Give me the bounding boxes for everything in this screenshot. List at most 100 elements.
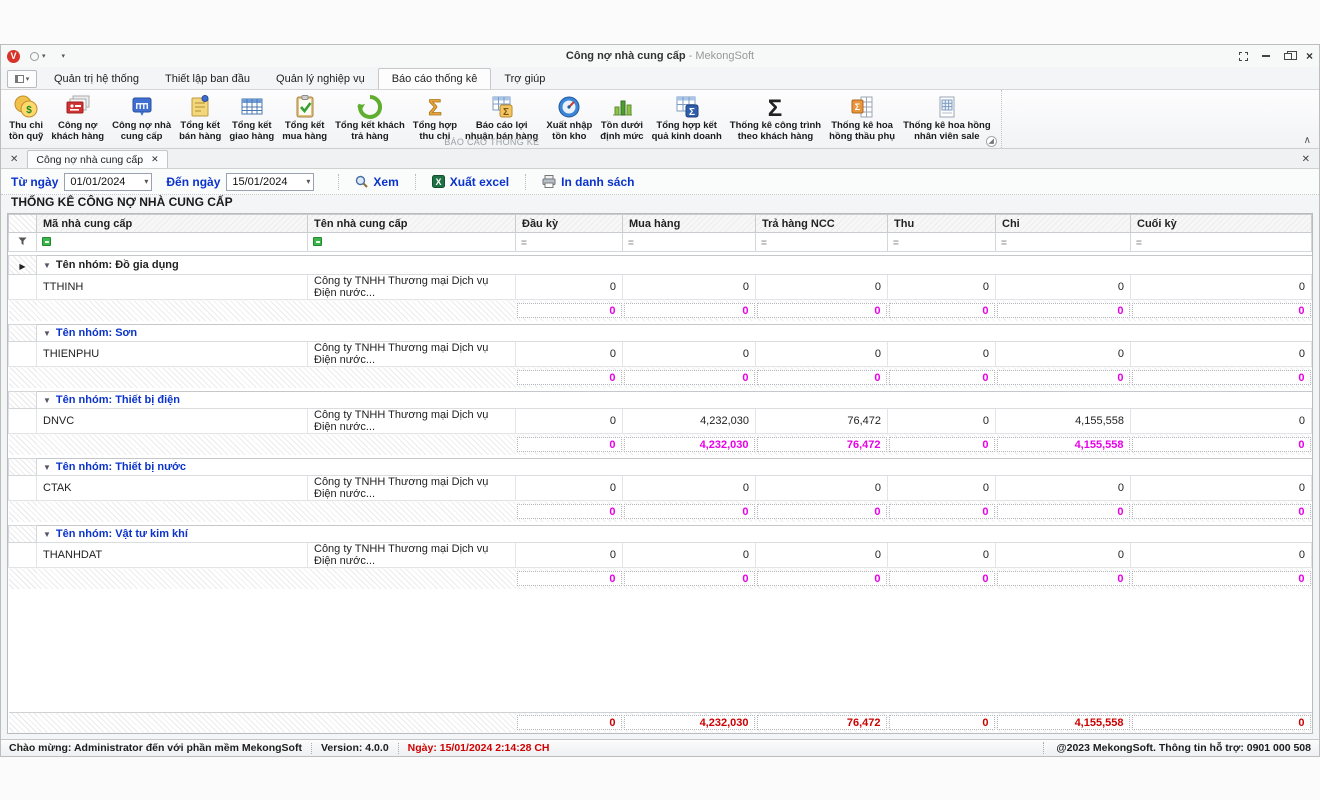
excel-icon: X — [432, 175, 445, 188]
ribbon-item-xuat-nhap-ton-kho[interactable]: Xuất nhập tồn kho — [542, 92, 596, 143]
column-header-ma-ncc[interactable]: Mã nhà cung cấp — [37, 215, 308, 233]
cell-cuoi-ky[interactable]: 0 — [1131, 275, 1312, 300]
cell-tra-hang[interactable]: 0 — [756, 275, 888, 300]
cell-supplier[interactable]: Công ty TNHH Thương mại Dịch vụ Điện nướ… — [308, 409, 516, 434]
column-header-cuoi-ky[interactable]: Cuối kỳ — [1131, 215, 1312, 233]
tab-tro-giup[interactable]: Trợ giúp — [491, 70, 558, 89]
restore-icon[interactable] — [1284, 53, 1292, 60]
summary-value: 0 — [624, 303, 755, 318]
close-icon[interactable]: × — [1306, 51, 1313, 61]
print-list-button[interactable]: In danh sách — [536, 173, 640, 191]
ribbon-item-thu-chi-ton-quy[interactable]: $ Thu chi tồn quỹ — [5, 92, 47, 143]
cell-code[interactable]: TTHINH — [37, 275, 308, 300]
close-pane-icon[interactable]: ✕ — [1293, 154, 1319, 168]
ribbon-item-tong-hop-thu-chi[interactable]: Σ Tổng hợp thu chi — [409, 92, 461, 143]
ribbon-item-ton-duoi-dinh-muc[interactable]: Tồn dưới định mức — [596, 92, 647, 143]
cell-chi[interactable]: 0 — [996, 275, 1131, 300]
ribbon-item-cong-no-nha-cung-cap[interactable]: Công nợ nhà cung cấp — [108, 92, 175, 143]
dialog-launcher-icon[interactable]: ◢ — [986, 136, 997, 147]
collapse-arrow-icon[interactable]: ▼ — [43, 463, 51, 472]
dropdown-arrow-icon[interactable]: ▾ — [144, 177, 148, 186]
filter-cell-ma-ncc[interactable] — [37, 233, 308, 252]
returns-refresh-icon — [356, 93, 384, 121]
table-row[interactable]: THIENPHU Công ty TNHH Thương mại Dịch vụ… — [9, 342, 1312, 367]
filter-cell-thu[interactable]: = — [888, 233, 996, 252]
column-header-chi[interactable]: Chi — [996, 215, 1131, 233]
column-header-ten-ncc[interactable]: Tên nhà cung cấp — [308, 215, 516, 233]
filter-cell-tra-hang[interactable]: = — [756, 233, 888, 252]
ribbon-item-bao-cao-loi-nhuan[interactable]: Σ Báo cáo lợi nhuận bán hàng — [461, 92, 542, 143]
tab-bao-cao-thong-ke[interactable]: Báo cáo thống kê — [378, 68, 492, 89]
ribbon-item-thong-ke-cong-trinh[interactable]: Σ Thống kê công trình theo khách hàng — [726, 92, 825, 143]
cell-code[interactable]: DNVC — [37, 409, 308, 434]
ribbon-collapse-icon[interactable]: ∧ — [1304, 135, 1311, 146]
cell-supplier[interactable]: Công ty TNHH Thương mại Dịch vụ Điện nướ… — [308, 342, 516, 367]
filter-cell-dau-ky[interactable]: = — [516, 233, 623, 252]
commission-grid-icon — [933, 93, 961, 121]
group-header-row[interactable]: ▼ Tên nhóm: Thiết bị điện — [9, 392, 1312, 409]
tab-thiet-lap-ban-dau[interactable]: Thiết lập ban đầu — [152, 70, 263, 89]
export-excel-button[interactable]: X Xuất excel — [426, 173, 515, 191]
filter-cell-ten-ncc[interactable] — [308, 233, 516, 252]
filter-cell-chi[interactable]: = — [996, 233, 1131, 252]
table-row[interactable]: DNVC Công ty TNHH Thương mại Dịch vụ Điệ… — [9, 409, 1312, 434]
tab-quan-ly-nghiep-vu[interactable]: Quản lý nghiệp vụ — [263, 70, 378, 89]
ribbon-item-cong-no-khach-hang[interactable]: Công nợ khách hàng — [47, 92, 108, 143]
column-header-tra-hang-ncc[interactable]: Trả hàng NCC — [756, 215, 888, 233]
filter-cell-mua-hang[interactable]: = — [623, 233, 756, 252]
cell-supplier[interactable]: Công ty TNHH Thương mại Dịch vụ Điện nướ… — [308, 543, 516, 568]
search-icon — [355, 175, 368, 188]
group-header-row[interactable]: ▶ ▼Tên nhóm: Đồ gia dụng — [9, 256, 1312, 275]
cell-mua-hang[interactable]: 0 — [623, 275, 756, 300]
ribbon-item-tong-ket-ban-hang[interactable]: Tổng kết bán hàng — [175, 92, 225, 143]
close-all-tabs-icon[interactable]: ✕ — [1, 154, 27, 168]
cell-supplier[interactable]: Công ty TNHH Thương mại Dịch vụ Điện nướ… — [308, 476, 516, 501]
ribbon-item-hoa-hong-thau-phu[interactable]: Σ Thống kê hoa hồng thầu phụ — [825, 92, 899, 143]
app-menu-button[interactable]: ▾ — [7, 70, 37, 88]
ribbon-item-tong-ket-mua-hang[interactable]: Tổng kết mua hàng — [278, 92, 331, 143]
column-header-dau-ky[interactable]: Đầu kỳ — [516, 215, 623, 233]
group-name: Tên nhóm: Thiết bị điện — [56, 394, 180, 406]
to-date-input[interactable]: 15/01/2024 ▾ — [226, 173, 314, 191]
document-tab-bar: ✕ Công nợ nhà cung cấp ✕ ✕ — [1, 149, 1319, 169]
app-window: V ▾ ▾ Công nợ nhà cung cấp - MekongSoft … — [0, 44, 1320, 757]
collapse-arrow-icon[interactable]: ▼ — [43, 530, 51, 539]
cell-code[interactable]: THIENPHU — [37, 342, 308, 367]
dropdown-arrow-icon[interactable]: ▾ — [306, 177, 310, 186]
table-row[interactable]: THANHDAT Công ty TNHH Thương mại Dịch vụ… — [9, 543, 1312, 568]
group-header-row[interactable]: ▼Tên nhóm: Thiết bị nước — [9, 459, 1312, 476]
svg-text:Σ: Σ — [689, 107, 695, 118]
group-header-row[interactable]: ▼Tên nhóm: Vật tư kim khí — [9, 526, 1312, 543]
collapse-arrow-icon[interactable]: ▼ — [43, 329, 51, 338]
minimize-icon[interactable] — [1262, 55, 1270, 57]
table-row[interactable]: CTAK Công ty TNHH Thương mại Dịch vụ Điệ… — [9, 476, 1312, 501]
filter-cell-cuoi-ky[interactable]: = — [1131, 233, 1312, 252]
group-name: Tên nhóm: Sơn — [56, 327, 137, 339]
ribbon-item-tong-hop-ket-qua-kinh-doanh[interactable]: Σ Tổng hợp kết quả kinh doanh — [648, 92, 726, 143]
column-header-thu[interactable]: Thu — [888, 215, 996, 233]
cell-thu[interactable]: 0 — [888, 275, 996, 300]
from-date-input[interactable]: 01/01/2024 ▾ — [64, 173, 152, 191]
cell-dau-ky[interactable]: 0 — [516, 275, 623, 300]
collapse-arrow-icon[interactable]: ▼ — [43, 396, 51, 405]
cell-supplier[interactable]: Công ty TNHH Thương mại Dịch vụ Điện nướ… — [308, 275, 516, 300]
ribbon-item-tong-ket-khach-tra-hang[interactable]: Tổng kết khách trả hàng — [331, 92, 409, 143]
group-header-row[interactable]: ▼ Tên nhóm: Sơn — [9, 325, 1312, 342]
doc-tab-label: Công nợ nhà cung cấp — [36, 154, 143, 166]
summary-value: 0 — [1132, 303, 1311, 318]
fullscreen-icon[interactable] — [1239, 52, 1248, 61]
total-tra-hang: 76,472 — [757, 715, 887, 730]
ribbon-item-hoa-hong-nhan-vien-sale[interactable]: Thống kê hoa hồng nhân viên sale — [899, 92, 995, 143]
cell-code[interactable]: THANHDAT — [37, 543, 308, 568]
column-header-mua-hang[interactable]: Mua hàng — [623, 215, 756, 233]
doc-tab-cong-no-nha-cung-cap[interactable]: Công nợ nhà cung cấp ✕ — [27, 150, 167, 168]
ribbon-item-tong-ket-giao-hang[interactable]: Tổng kết giao hàng — [225, 92, 278, 143]
equals-icon: = — [893, 238, 899, 249]
table-row[interactable]: TTHINH Công ty TNHH Thương mại Dịch vụ Đ… — [9, 275, 1312, 300]
view-button[interactable]: Xem — [349, 173, 404, 191]
close-tab-icon[interactable]: ✕ — [151, 154, 159, 165]
tab-quan-tri-he-thong[interactable]: Quản trị hệ thống — [41, 70, 152, 89]
cell-code[interactable]: CTAK — [37, 476, 308, 501]
collapse-arrow-icon[interactable]: ▼ — [43, 261, 51, 270]
funnel-icon[interactable] — [9, 233, 37, 252]
